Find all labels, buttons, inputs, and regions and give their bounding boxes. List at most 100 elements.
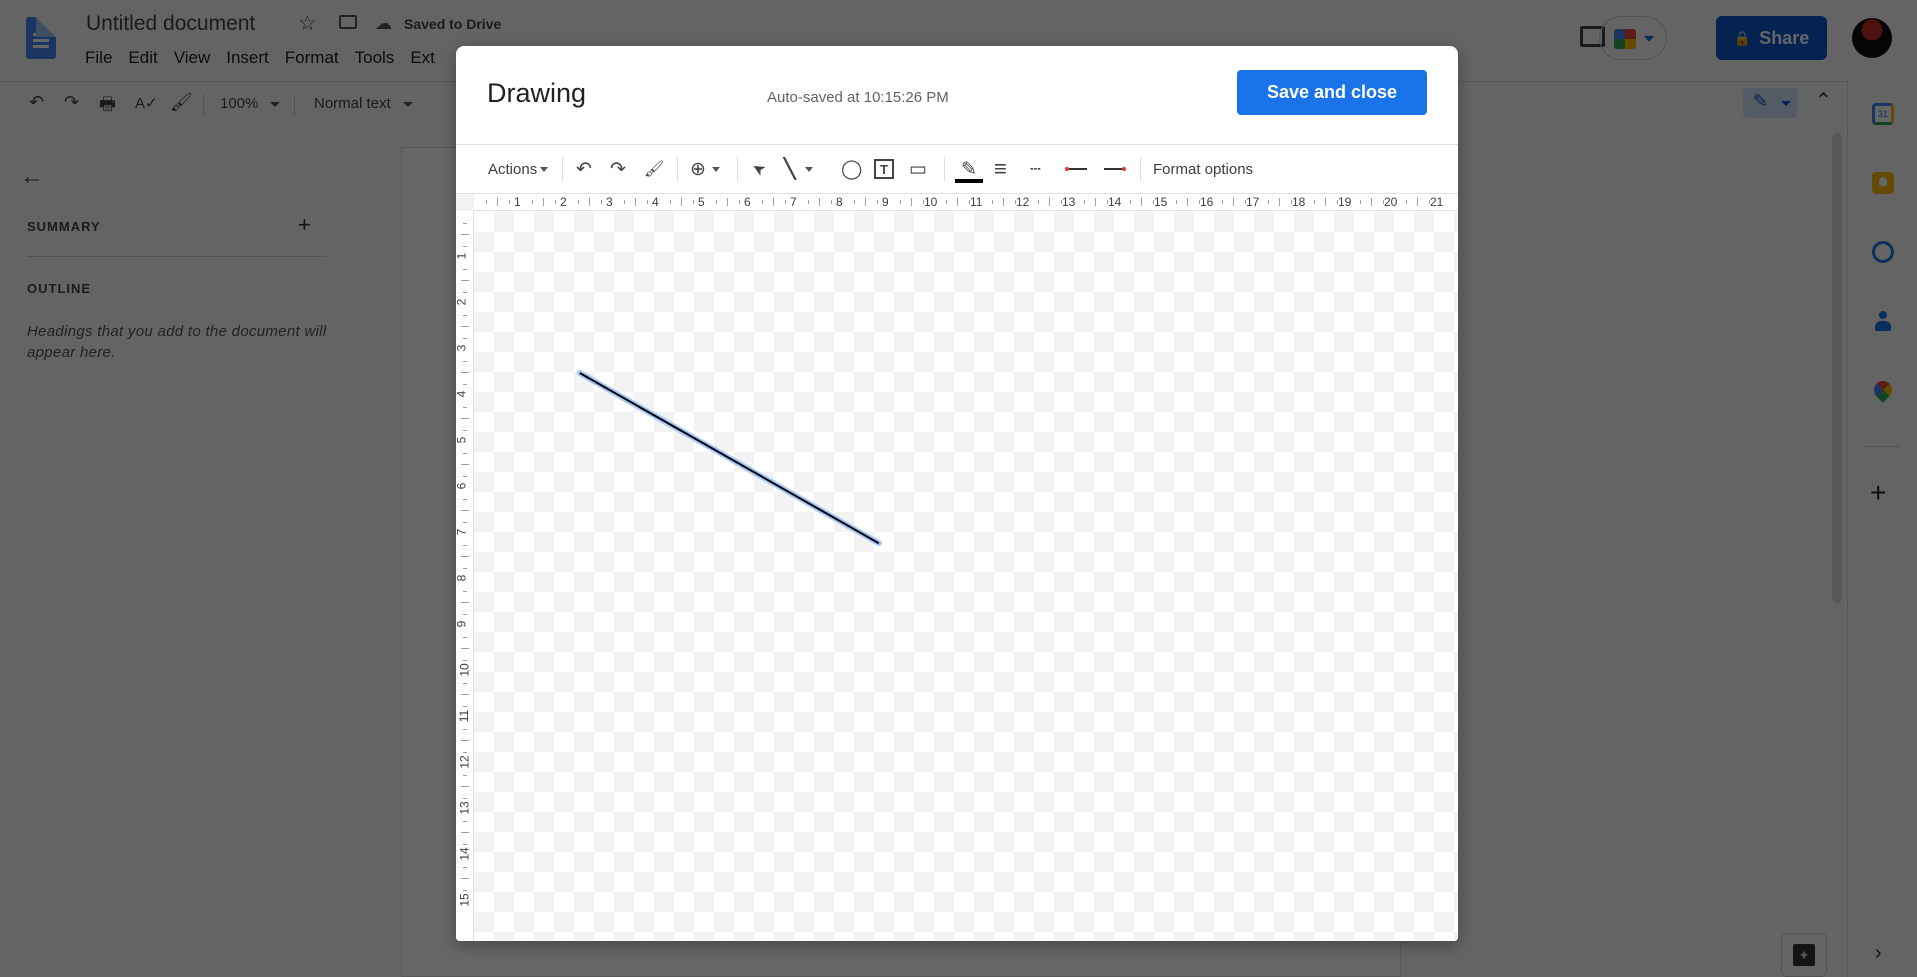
ruler-label: 1 xyxy=(514,195,521,209)
ruler-tick xyxy=(727,198,728,206)
ruler-tick xyxy=(1325,198,1326,206)
horizontal-ruler: 1 2 3 4 5 6 7 8 9 10 11 12 13 14 15 16 17 18 19 20 21 xyxy=(456,193,1458,211)
ruler-tick xyxy=(968,200,970,204)
ruler-tick xyxy=(461,556,469,557)
line-color-button[interactable]: ✎ xyxy=(955,145,983,193)
ruler-tick xyxy=(853,200,855,204)
format-options-button[interactable]: Format options xyxy=(1153,145,1253,193)
drawn-line[interactable] xyxy=(579,372,880,545)
ruler-tick xyxy=(1095,198,1096,206)
ruler-tick xyxy=(461,786,469,787)
ruler-label: 11 xyxy=(970,195,983,209)
line-end-button[interactable] xyxy=(1104,145,1126,193)
ruler-tick xyxy=(1187,198,1188,206)
zoom-button[interactable]: ⊕ xyxy=(690,145,720,193)
ruler-label: 18 xyxy=(1292,195,1306,209)
ruler-tick xyxy=(1417,198,1418,206)
ruler-tick xyxy=(463,682,467,684)
ruler-tick xyxy=(463,245,467,247)
line-start-button[interactable] xyxy=(1065,145,1087,193)
save-and-close-button[interactable]: Save and close xyxy=(1237,70,1427,115)
line-weight-button[interactable]: ≡ xyxy=(994,145,1007,193)
autosave-status: Auto-saved at 10:15:26 PM xyxy=(767,89,949,106)
ruler-tick xyxy=(463,337,467,339)
ruler-tick xyxy=(945,200,947,204)
ruler-label: 4 xyxy=(456,391,468,398)
ruler-tick xyxy=(1106,200,1108,204)
ruler-tick xyxy=(819,198,820,206)
ruler-tick xyxy=(461,464,469,465)
ruler-label: 10 xyxy=(924,195,938,209)
ruler-tick xyxy=(463,636,467,638)
ruler-tick xyxy=(577,200,579,204)
redo-icon: ↷ xyxy=(610,158,626,180)
image-tool[interactable]: ▭ xyxy=(909,145,927,193)
drawing-dialog: Drawing Auto-saved at 10:15:26 PM Save a… xyxy=(456,46,1458,941)
ruler-tick xyxy=(1267,200,1269,204)
ruler-tick xyxy=(681,198,682,206)
ruler-tick xyxy=(1336,200,1338,204)
toolbar-divider xyxy=(737,157,738,181)
ruler-tick xyxy=(635,198,636,206)
select-tool[interactable]: ➤ xyxy=(748,145,768,193)
ruler-tick xyxy=(1359,200,1361,204)
ruler-label: 14 xyxy=(457,847,472,861)
ruler-tick xyxy=(485,200,487,204)
ruler-tick xyxy=(876,200,878,204)
drawing-canvas[interactable] xyxy=(474,212,1458,941)
ruler-tick xyxy=(463,429,467,431)
ruler-tick xyxy=(531,200,533,204)
ruler-tick xyxy=(463,659,467,661)
actions-menu[interactable]: Actions xyxy=(488,145,549,193)
ruler-tick xyxy=(461,602,469,603)
line-tool[interactable]: ╲ xyxy=(784,145,814,193)
ruler-label: 8 xyxy=(836,195,843,209)
ruler-tick xyxy=(899,200,901,204)
shape-tool[interactable]: ◯ xyxy=(841,145,862,193)
drawing-toolbar: Actions ↶ ↷ 🖌 ⊕ ➤ ╲ ◯ T ▭ ✎ ≡ ┄ Format o… xyxy=(456,145,1458,193)
text-box-tool[interactable]: T xyxy=(874,145,894,193)
ruler-corner xyxy=(456,194,474,211)
ruler-label: 10 xyxy=(457,663,472,677)
ruler-tick xyxy=(1129,200,1131,204)
ruler-tick xyxy=(715,200,717,204)
shape-icon: ◯ xyxy=(841,158,863,180)
line-weight-icon: ≡ xyxy=(994,156,1007,181)
canvas-shapes xyxy=(576,370,882,547)
ruler-tick xyxy=(461,832,469,833)
ruler-tick xyxy=(1003,198,1004,206)
ruler-tick xyxy=(784,200,786,204)
ruler-tick xyxy=(543,198,544,206)
ruler-tick xyxy=(1152,200,1154,204)
redo-button[interactable]: ↷ xyxy=(610,145,626,193)
line-start-icon xyxy=(1065,167,1087,171)
ruler-label: 13 xyxy=(457,801,472,815)
ruler-label: 21 xyxy=(1430,195,1444,209)
ruler-tick xyxy=(911,198,912,206)
ruler-tick xyxy=(463,613,467,615)
paint-format-button[interactable]: 🖌 xyxy=(644,145,664,193)
ruler-tick xyxy=(1405,200,1407,204)
ruler-tick xyxy=(461,510,469,511)
ruler-tick xyxy=(646,200,648,204)
ruler-label: 20 xyxy=(1384,195,1398,209)
undo-icon: ↶ xyxy=(576,158,592,180)
pencil-icon: ✎ xyxy=(961,158,977,180)
toolbar-divider xyxy=(1140,157,1141,181)
ruler-tick xyxy=(463,866,467,868)
chevron-down-icon xyxy=(711,166,720,172)
dialog-title: Drawing xyxy=(487,78,587,108)
ruler-label: 6 xyxy=(456,483,468,490)
ruler-tick xyxy=(865,198,866,206)
line-dash-button[interactable]: ┄ xyxy=(1030,145,1041,193)
ruler-label: 3 xyxy=(456,345,468,352)
ruler-tick xyxy=(957,198,958,206)
ruler-tick xyxy=(1279,198,1280,206)
ruler-label: 13 xyxy=(1062,195,1076,209)
chevron-down-icon xyxy=(540,166,549,172)
ruler-tick xyxy=(1141,198,1142,206)
undo-button[interactable]: ↶ xyxy=(576,145,592,193)
text-box-icon: T xyxy=(874,159,894,179)
ruler-label: 17 xyxy=(1246,195,1260,209)
ruler-tick xyxy=(463,268,467,270)
